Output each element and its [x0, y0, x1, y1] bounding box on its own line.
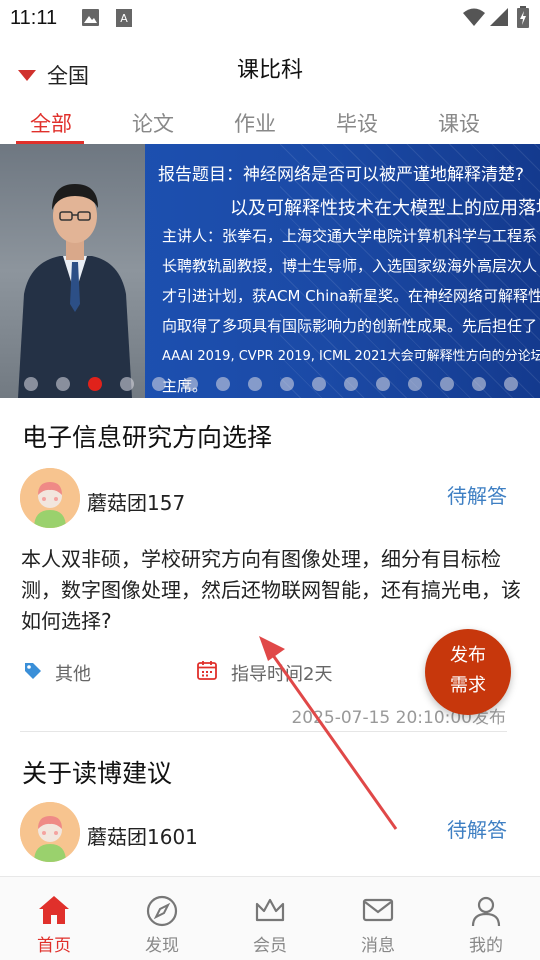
banner-carousel[interactable]: 报告题目：神经网络是否可以被严谨地解释清楚? 以及可解释性技术在大模型上的应用落…	[0, 144, 540, 398]
banner-line: 长聘教轨副教授，博士生导师，入选国家级海外高层次人	[162, 257, 538, 275]
publish-request-button[interactable]: 发布 需求	[425, 629, 511, 715]
carousel-dot[interactable]	[184, 377, 198, 391]
tag-label: 其他	[55, 664, 91, 685]
carousel-dot[interactable]	[312, 377, 326, 391]
app-title: 课比科	[236, 58, 303, 83]
banner-line: 报告题目：神经网络是否可以被严谨地解释清楚?	[158, 165, 525, 185]
tab-graduation-project[interactable]: 毕设	[327, 108, 387, 138]
banner-line: AAAI 2019, CVPR 2019, ICML 2021大会可解释性方向的…	[162, 349, 540, 364]
wifi-icon	[462, 7, 486, 31]
battery-charging-icon	[517, 6, 529, 32]
carousel-dot[interactable]	[248, 377, 262, 391]
nav-discover[interactable]: 发现	[108, 877, 216, 960]
carousel-dot[interactable]	[472, 377, 486, 391]
nav-label: 发现	[145, 936, 179, 956]
status-badge: 待解答	[447, 484, 507, 508]
mail-icon	[362, 898, 394, 922]
nav-label: 我的	[469, 936, 503, 956]
tab-homework[interactable]: 作业	[225, 108, 285, 138]
svg-text:A: A	[120, 12, 128, 25]
carousel-dot[interactable]	[120, 377, 134, 391]
question-title[interactable]: 关于读博建议	[22, 754, 172, 790]
home-icon	[39, 896, 69, 924]
tag-icon	[24, 662, 42, 684]
nav-label: 会员	[253, 936, 287, 956]
avatar[interactable]	[20, 802, 80, 862]
banner-line: 以及可解释性技术在大模型上的应用落地	[230, 198, 540, 219]
avatar[interactable]	[20, 468, 80, 528]
username[interactable]: 蘑菇团157	[87, 487, 185, 516]
fab-label-line2: 需求	[450, 675, 486, 696]
fab-label-line1: 发布	[450, 645, 486, 666]
carousel-dot[interactable]	[504, 377, 518, 391]
carousel-dots	[0, 374, 540, 394]
carousel-dot[interactable]	[56, 377, 70, 391]
tab-course-project[interactable]: 课设	[429, 108, 489, 138]
tab-papers[interactable]: 论文	[123, 108, 183, 138]
image-icon	[81, 8, 100, 31]
category-tabs: 全部 论文 作业 毕设 课设	[0, 100, 540, 144]
status-bar: 11:11 A	[0, 0, 540, 38]
nav-label: 首页	[37, 936, 71, 956]
carousel-dot[interactable]	[280, 377, 294, 391]
nav-membership[interactable]: 会员	[216, 877, 324, 960]
banner-line: 向取得了多项具有国际影响力的创新性成果。先后担任了	[162, 317, 538, 335]
nav-profile[interactable]: 我的	[432, 877, 540, 960]
banner-line: 才引进计划，获ACM China新星奖。在神经网络可解释性方	[162, 287, 540, 305]
banner-line: 主讲人：张拳石，上海交通大学电院计算机科学与工程系	[162, 227, 538, 245]
carousel-dot[interactable]	[408, 377, 422, 391]
question-card[interactable]: 关于读博建议 蘑菇团1601 待解答	[0, 732, 540, 876]
carousel-dot[interactable]	[216, 377, 230, 391]
person-icon	[471, 896, 501, 927]
nav-home[interactable]: 首页	[0, 877, 108, 960]
question-body[interactable]: 本人双非硕，学校研究方向有图像处理，细分有目标检测，数字图像处理，然后还物联网智…	[21, 544, 521, 637]
signal-icon	[489, 7, 509, 31]
carousel-dot[interactable]	[376, 377, 390, 391]
bottom-nav: 首页 发现 会员 消息 我的	[0, 876, 540, 960]
compass-icon	[146, 895, 178, 927]
question-title[interactable]: 电子信息研究方向选择	[22, 418, 272, 454]
speaker-photo	[0, 144, 145, 398]
a-box-icon: A	[115, 8, 133, 32]
calendar-icon	[197, 660, 217, 684]
app-header: 全国 课比科	[0, 38, 540, 100]
crown-icon	[255, 898, 285, 922]
carousel-dot[interactable]	[152, 377, 166, 391]
carousel-dot[interactable]	[24, 377, 38, 391]
nav-messages[interactable]: 消息	[324, 877, 432, 960]
status-time: 11:11	[10, 7, 58, 29]
guidance-duration: 指导时间2天	[231, 664, 333, 685]
nav-label: 消息	[361, 936, 395, 956]
tab-all[interactable]: 全部	[21, 108, 81, 138]
status-badge: 待解答	[447, 818, 507, 842]
carousel-dot[interactable]	[344, 377, 358, 391]
carousel-dot[interactable]	[88, 377, 102, 391]
carousel-dot[interactable]	[440, 377, 454, 391]
username[interactable]: 蘑菇团1601	[87, 821, 198, 850]
